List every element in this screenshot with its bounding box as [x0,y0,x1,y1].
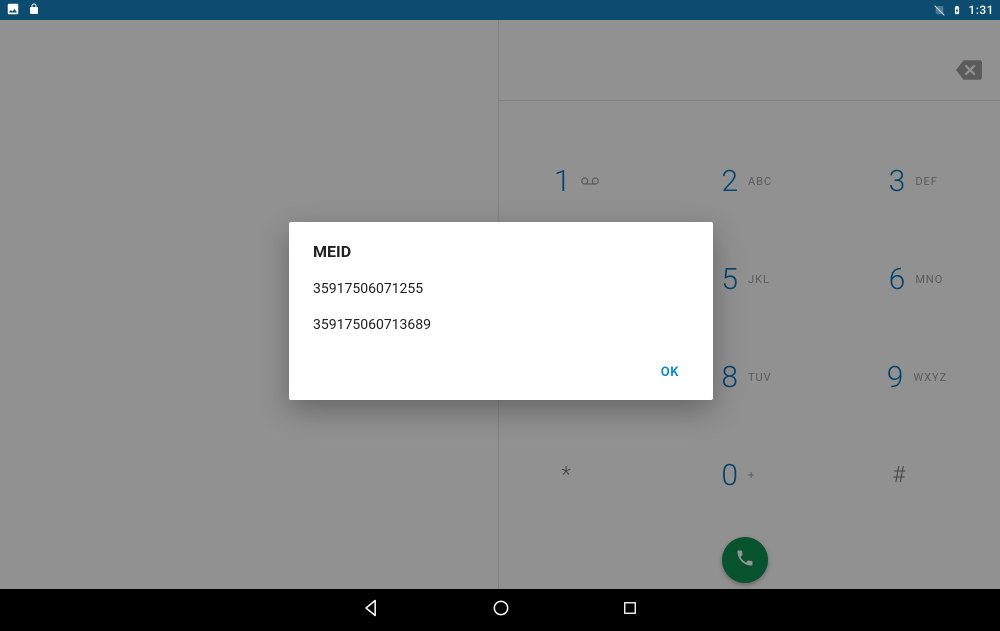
nav-recents-button[interactable] [621,599,639,621]
ok-button[interactable]: OK [651,357,689,388]
nav-home-button[interactable] [491,598,511,622]
status-bar: 1:31 [0,0,1000,20]
status-clock: 1:31 [968,3,994,17]
dialog-title: MEID [313,242,689,261]
meid-value-2: 359175060713689 [313,317,689,333]
no-sim-icon [933,4,946,17]
lock-icon [28,2,40,19]
battery-icon [952,3,962,17]
meid-dialog: MEID 35917506071255 359175060713689 OK [289,222,713,400]
nav-back-button[interactable] [361,598,381,622]
meid-value-1: 35917506071255 [313,281,689,297]
screenshot-icon [6,2,20,19]
navigation-bar [0,589,1000,631]
